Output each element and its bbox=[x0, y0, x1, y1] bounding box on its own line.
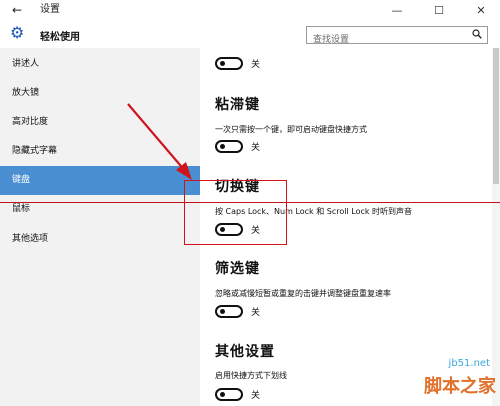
underline-shortcuts-toggle-row: 关 bbox=[215, 386, 260, 402]
toggle-state-label: 关 bbox=[251, 142, 261, 153]
watermark-brand: 脚本之家 bbox=[424, 376, 496, 397]
gear-icon: ⚙ bbox=[10, 23, 25, 42]
toggle-switch[interactable] bbox=[215, 56, 243, 70]
search-icon[interactable] bbox=[472, 29, 482, 42]
sidebar: 讲述人 放大镜 高对比度 隐藏式字幕 键盘 鼠标 其他选项 bbox=[0, 48, 200, 406]
section-heading-other-settings: 其他设置 bbox=[215, 344, 275, 360]
section-heading-filter-keys: 筛选键 bbox=[215, 261, 260, 277]
sidebar-item-magnifier[interactable]: 放大镜 bbox=[0, 79, 200, 108]
sidebar-item-keyboard[interactable]: 键盘 bbox=[0, 166, 200, 195]
filter-keys-toggle-row: 关 bbox=[215, 303, 260, 319]
sticky-keys-toggle-row: 关 bbox=[215, 138, 260, 154]
scrollbar-thumb[interactable] bbox=[493, 48, 499, 184]
close-button[interactable]: ✕ bbox=[466, 0, 496, 20]
scrollbar[interactable] bbox=[492, 48, 500, 406]
title-bar: ← 设置 — ☐ ✕ bbox=[0, 0, 500, 20]
watermark-url: jb51.net bbox=[448, 358, 490, 369]
settings-header: ⚙ 轻松使用 bbox=[0, 20, 500, 48]
sidebar-item-closed-captions[interactable]: 隐藏式字幕 bbox=[0, 137, 200, 166]
sticky-keys-toggle[interactable] bbox=[215, 139, 243, 153]
toggle-state-label: 关 bbox=[251, 59, 261, 70]
sidebar-item-mouse[interactable]: 鼠标 bbox=[0, 195, 200, 224]
watermark: jb51.net 脚本之家 bbox=[398, 358, 498, 404]
window-title: 设置 bbox=[40, 4, 60, 15]
back-arrow-icon[interactable]: ← bbox=[12, 2, 22, 18]
toggle-state-label: 关 bbox=[251, 390, 261, 401]
sidebar-item-narrator[interactable]: 讲述人 bbox=[0, 50, 200, 79]
minimize-button[interactable]: — bbox=[382, 0, 412, 20]
search-box[interactable] bbox=[306, 26, 488, 48]
sidebar-item-high-contrast[interactable]: 高对比度 bbox=[0, 108, 200, 137]
annotation-highlight-box bbox=[184, 180, 287, 245]
search-input[interactable] bbox=[307, 32, 457, 48]
section-heading-sticky-keys: 粘滞键 bbox=[215, 97, 260, 113]
sidebar-item-other-options[interactable]: 其他选项 bbox=[0, 225, 200, 254]
section-desc-filter-keys: 忽略或减慢短暂或重复的击键并调整键盘重复速率 bbox=[215, 289, 391, 298]
section-desc-other-settings: 启用快捷方式下划线 bbox=[215, 371, 287, 380]
section-desc-sticky-keys: 一次只需按一个键，即可启动键盘快捷方式 bbox=[215, 125, 367, 134]
toggle-state-label: 关 bbox=[251, 307, 261, 318]
top-toggle-row: 关 bbox=[215, 55, 260, 71]
maximize-button[interactable]: ☐ bbox=[424, 0, 454, 20]
underline-shortcuts-toggle[interactable] bbox=[215, 387, 243, 401]
filter-keys-toggle[interactable] bbox=[215, 304, 243, 318]
page-title: 轻松使用 bbox=[40, 32, 80, 43]
